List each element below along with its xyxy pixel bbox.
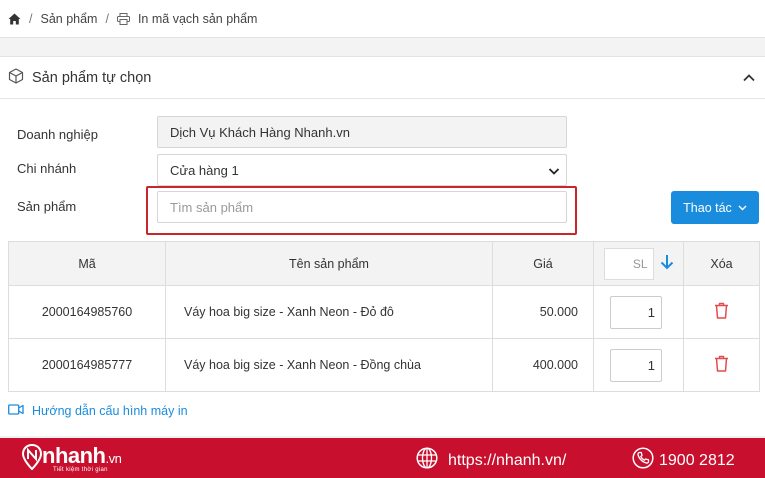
- branch-value: Cửa hàng 1: [170, 162, 239, 178]
- breadcrumb-separator: /: [29, 11, 33, 26]
- trash-icon[interactable]: [714, 355, 729, 375]
- breadcrumb-separator: /: [105, 11, 109, 26]
- breadcrumb: / Sản phẩm / In mã vạch sản phẩm: [0, 0, 765, 38]
- trash-icon[interactable]: [714, 302, 729, 322]
- header-name: Tên sản phẩm: [165, 241, 493, 286]
- header-price: Giá: [492, 241, 594, 286]
- globe-icon: [416, 447, 438, 474]
- row-name: Váy hoa big size - Xanh Neon - Đồng chùa: [165, 338, 493, 392]
- chevron-down-icon: [548, 165, 560, 180]
- row-qty-input[interactable]: [610, 295, 662, 329]
- row-qty-cell: [593, 338, 684, 392]
- actions-dropdown-button[interactable]: Thao tác: [671, 191, 759, 224]
- bulk-qty-input[interactable]: SL: [603, 247, 654, 280]
- company-field: Dịch Vụ Khách Hàng Nhanh.vn: [157, 116, 567, 148]
- table-row: 2000164985760 Váy hoa big size - Xanh Ne…: [8, 285, 760, 339]
- footer-banner: nhanh.vn Tiết kiệm thời gian https://nha…: [0, 438, 765, 478]
- footer-phone: 1900 2812: [632, 447, 735, 474]
- phone-text: 1900 2812: [659, 451, 735, 469]
- guide-link-label: Hướng dẫn cấu hình máy in: [32, 404, 188, 418]
- product-search-field: [157, 191, 567, 223]
- row-qty-cell: [593, 285, 684, 339]
- card-title: Sản phẩm tự chọn: [32, 69, 152, 86]
- actions-label: Thao tác: [683, 200, 732, 215]
- branch-label: Chi nhánh: [17, 161, 77, 176]
- header-qty: SL: [593, 241, 684, 286]
- arrow-down-icon[interactable]: [660, 254, 674, 273]
- footer-website: https://nhanh.vn/: [416, 447, 566, 474]
- phone-icon: [632, 447, 654, 474]
- row-delete-cell: [683, 285, 760, 339]
- row-code: 2000164985777: [8, 338, 166, 392]
- card-header: Sản phẩm tự chọn: [0, 57, 765, 99]
- header-delete: Xóa: [683, 241, 760, 286]
- breadcrumb-item-products[interactable]: Sản phẩm: [40, 12, 97, 26]
- bulk-qty-placeholder: SL: [632, 256, 648, 271]
- row-price: 400.000: [492, 338, 594, 392]
- nhanh-logo: nhanh.vn Tiết kiệm thời gian: [22, 443, 152, 474]
- branch-select[interactable]: Cửa hàng 1: [157, 154, 567, 186]
- collapse-chevron-up-icon[interactable]: [741, 70, 757, 86]
- row-delete-cell: [683, 338, 760, 392]
- row-code: 2000164985760: [8, 285, 166, 339]
- chevron-down-icon: [738, 201, 747, 215]
- row-name: Váy hoa big size - Xanh Neon - Đỏ đô: [165, 285, 493, 339]
- row-price: 50.000: [492, 285, 594, 339]
- product-label: Sản phẩm: [17, 199, 77, 214]
- products-table: Mã Tên sản phẩm Giá SL Xóa 2000164985760…: [8, 241, 760, 392]
- printer-icon: [116, 12, 130, 25]
- header-code: Mã: [8, 241, 166, 286]
- breadcrumb-item-print-barcode: In mã vạch sản phẩm: [137, 11, 258, 26]
- video-camera-icon: [8, 404, 24, 418]
- product-search-input[interactable]: [170, 199, 566, 215]
- company-label: Doanh nghiệp: [17, 127, 98, 142]
- brand-name: nhanh.vn: [42, 443, 122, 468]
- printer-setup-guide-link[interactable]: Hướng dẫn cấu hình máy in: [8, 404, 188, 418]
- brand-tagline: Tiết kiệm thời gian: [53, 467, 108, 473]
- home-icon[interactable]: [8, 13, 21, 25]
- website-text: https://nhanh.vn/: [448, 451, 567, 469]
- table-header-row: Mã Tên sản phẩm Giá SL Xóa: [8, 241, 760, 286]
- cube-icon: [8, 68, 24, 87]
- table-row: 2000164985777 Váy hoa big size - Xanh Ne…: [8, 338, 760, 392]
- company-value: Dịch Vụ Khách Hàng Nhanh.vn: [170, 124, 350, 140]
- row-qty-input[interactable]: [610, 348, 662, 382]
